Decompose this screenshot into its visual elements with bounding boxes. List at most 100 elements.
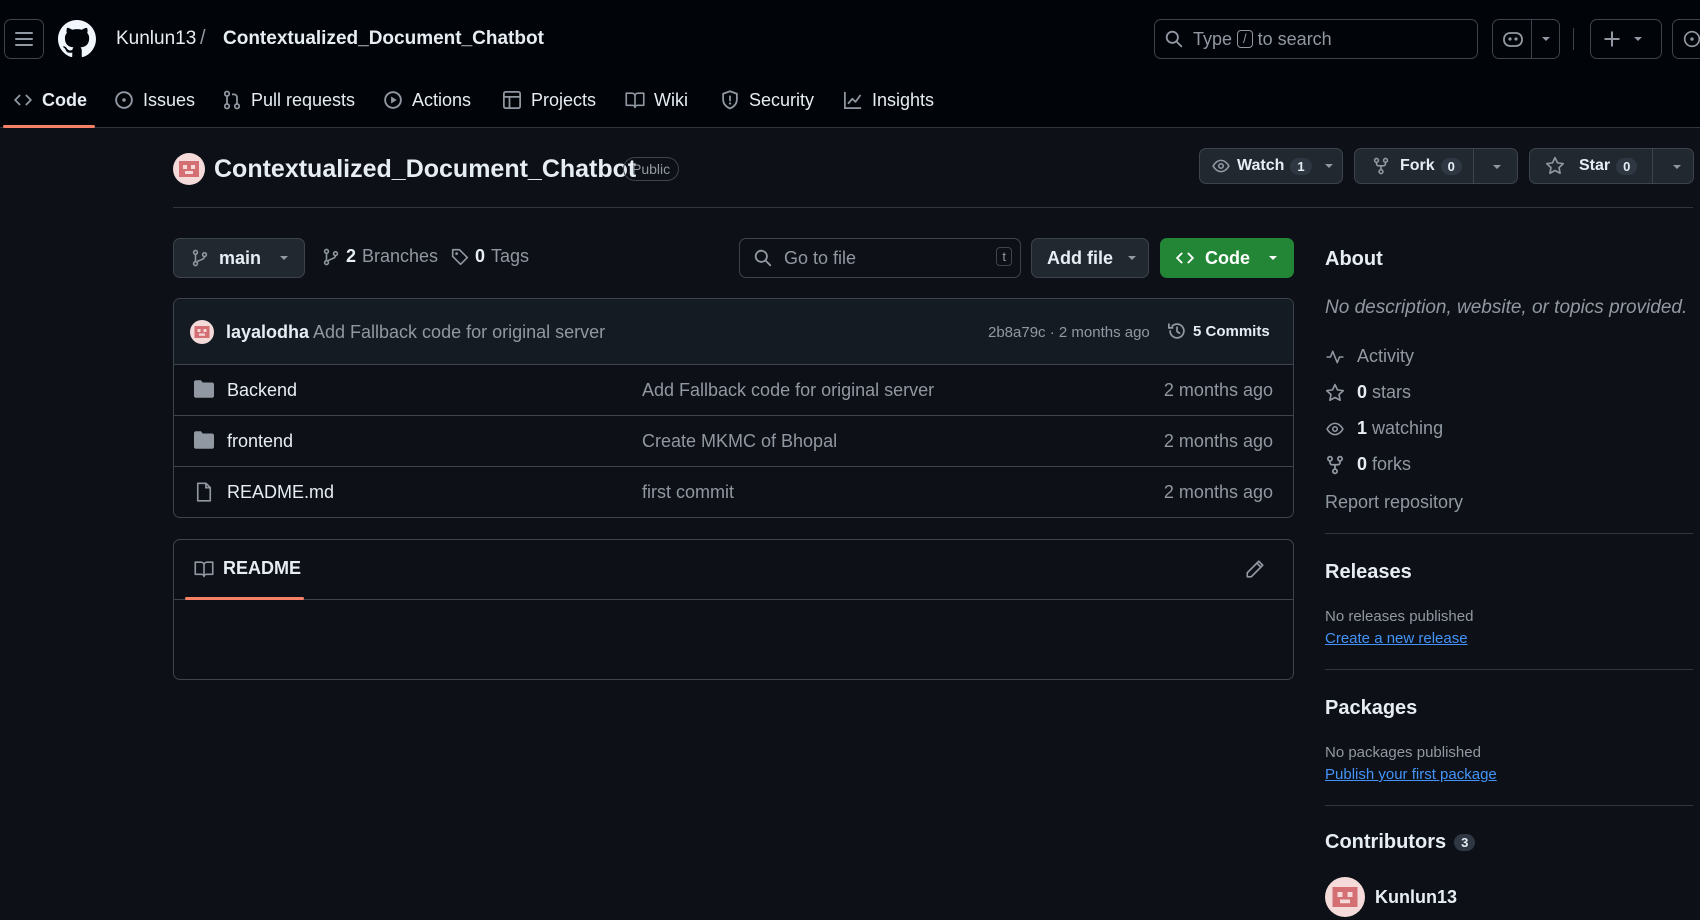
watching-link[interactable]: 1 watching xyxy=(1325,418,1443,439)
tab-label: Pull requests xyxy=(251,89,356,110)
table-row[interactable]: Backend Add Fallback code for original s… xyxy=(174,365,1293,416)
go-to-file-input[interactable]: Go to file t xyxy=(739,238,1021,278)
search-input[interactable]: Type / to search xyxy=(1154,19,1478,59)
publish-package-link[interactable]: Publish your first package xyxy=(1325,766,1497,783)
branches-link[interactable]: 2 Branches xyxy=(322,246,438,267)
commit-author[interactable]: layalodha xyxy=(226,322,309,343)
releases-title[interactable]: Releases xyxy=(1325,561,1412,584)
tab-label: Insights xyxy=(872,89,935,110)
git-branch-icon xyxy=(323,248,339,265)
forks-link[interactable]: 0 forks xyxy=(1325,454,1411,475)
search-prefix: Type xyxy=(1193,28,1233,49)
owner-avatar[interactable] xyxy=(173,153,205,185)
tab-projects[interactable]: Projects xyxy=(502,86,596,114)
breadcrumb-separator: / xyxy=(200,27,206,49)
commit-message[interactable]: Add Fallback code for original server xyxy=(313,322,605,343)
watch-button[interactable]: Watch 1 xyxy=(1199,148,1343,184)
chevron-down-icon xyxy=(1493,165,1501,169)
releases-empty-text: No releases published xyxy=(1325,608,1474,625)
tab-label: Security xyxy=(749,89,815,110)
contributors-header[interactable]: Contributors 3 xyxy=(1325,831,1476,854)
table-row[interactable]: frontend Create MKMC of Bhopal 2 months … xyxy=(174,416,1293,467)
tags-link[interactable]: 0 Tags xyxy=(451,246,529,267)
tab-label: Code xyxy=(42,89,87,110)
about-title: About xyxy=(1325,248,1383,270)
fork-icon xyxy=(1326,455,1344,474)
tab-label: Actions xyxy=(412,89,472,110)
create-new-button[interactable] xyxy=(1590,19,1662,59)
branches-count: 2 xyxy=(346,246,357,266)
search-icon xyxy=(754,249,772,267)
split-divider xyxy=(1473,149,1474,183)
report-repository-link[interactable]: Report repository xyxy=(1325,492,1463,513)
file-date: 2 months ago xyxy=(1163,380,1273,400)
pencil-icon[interactable] xyxy=(1245,559,1265,579)
eye-icon xyxy=(1326,422,1344,435)
commits-link[interactable]: 5 Commits xyxy=(1167,321,1270,341)
activity-label: Activity xyxy=(1357,346,1415,366)
fork-label: Fork xyxy=(1400,157,1435,174)
issues-button[interactable] xyxy=(1672,19,1700,59)
fork-count: 0 xyxy=(1440,157,1462,175)
sidebar-divider xyxy=(1325,533,1693,534)
tab-actions[interactable]: Actions xyxy=(383,86,471,114)
file-date: 2 months ago xyxy=(1163,431,1273,451)
file-commit-message[interactable]: Add Fallback code for original server xyxy=(642,380,934,401)
watch-label: Watch xyxy=(1237,157,1285,174)
file-name[interactable]: README.md xyxy=(227,482,334,503)
file-commit-message[interactable]: first commit xyxy=(642,482,734,503)
tab-security[interactable]: Security xyxy=(720,86,814,114)
fork-icon xyxy=(1373,157,1389,175)
repo-title[interactable]: Contextualized_Document_Chatbot xyxy=(214,155,636,184)
copilot-button[interactable] xyxy=(1492,19,1560,59)
activity-link[interactable]: Activity xyxy=(1325,346,1414,367)
contributor-avatar[interactable] xyxy=(1325,877,1365,917)
code-icon xyxy=(1176,252,1194,264)
stars-link[interactable]: 0 stars xyxy=(1325,382,1411,403)
top-bar: Kunlun13 / Contextualized_Document_Chatb… xyxy=(0,0,1700,128)
star-label: Star xyxy=(1579,157,1611,174)
tab-issues[interactable]: Issues xyxy=(114,86,195,114)
table-row[interactable]: README.md first commit 2 months ago xyxy=(174,467,1293,517)
file-name[interactable]: frontend xyxy=(227,431,293,452)
chevron-down-icon xyxy=(280,256,289,260)
tags-count: 0 xyxy=(475,246,486,266)
star-icon xyxy=(1325,383,1345,401)
tab-pull-requests[interactable]: Pull requests xyxy=(222,86,355,114)
tab-code[interactable]: Code xyxy=(13,86,87,114)
create-release-link[interactable]: Create a new release xyxy=(1325,630,1468,647)
breadcrumb-owner[interactable]: Kunlun13 xyxy=(116,28,196,50)
history-icon xyxy=(1168,323,1185,339)
file-commit-message[interactable]: Create MKMC of Bhopal xyxy=(642,431,837,452)
fork-button[interactable]: Fork 0 xyxy=(1354,148,1518,184)
chevron-down-icon xyxy=(1542,37,1550,41)
branch-selector[interactable]: main xyxy=(173,238,305,278)
tab-label: Projects xyxy=(531,89,597,110)
code-button[interactable]: Code xyxy=(1160,238,1294,278)
breadcrumb-repo[interactable]: Contextualized_Document_Chatbot xyxy=(223,28,544,50)
star-button[interactable]: Star 0 xyxy=(1529,148,1694,184)
readme-tab[interactable]: README xyxy=(194,558,301,579)
title-divider xyxy=(173,207,1693,208)
packages-title[interactable]: Packages xyxy=(1325,697,1417,720)
commit-author-avatar[interactable] xyxy=(190,320,214,344)
github-logo-icon[interactable] xyxy=(58,20,96,58)
readme-header: README xyxy=(174,540,1293,600)
folder-icon xyxy=(194,431,214,449)
packages-empty-text: No packages published xyxy=(1325,744,1481,761)
tab-wiki[interactable]: Wiki xyxy=(625,86,688,114)
search-icon xyxy=(1165,30,1183,48)
commit-hash-time[interactable]: 2b8a79c · 2 months ago xyxy=(988,324,1150,341)
menu-button[interactable] xyxy=(4,19,44,59)
file-date: 2 months ago xyxy=(1163,482,1273,502)
watching-count: 1 xyxy=(1357,418,1368,438)
add-file-button[interactable]: Add file xyxy=(1031,238,1149,278)
chevron-down-icon xyxy=(1269,256,1277,260)
tab-insights[interactable]: Insights xyxy=(843,86,934,114)
chevron-down-icon xyxy=(1673,165,1681,169)
contributor-name[interactable]: Kunlun13 xyxy=(1375,887,1457,908)
git-branch-icon xyxy=(192,249,208,267)
star-count: 0 xyxy=(1616,157,1638,175)
book-icon xyxy=(625,92,645,109)
file-name[interactable]: Backend xyxy=(227,380,297,401)
